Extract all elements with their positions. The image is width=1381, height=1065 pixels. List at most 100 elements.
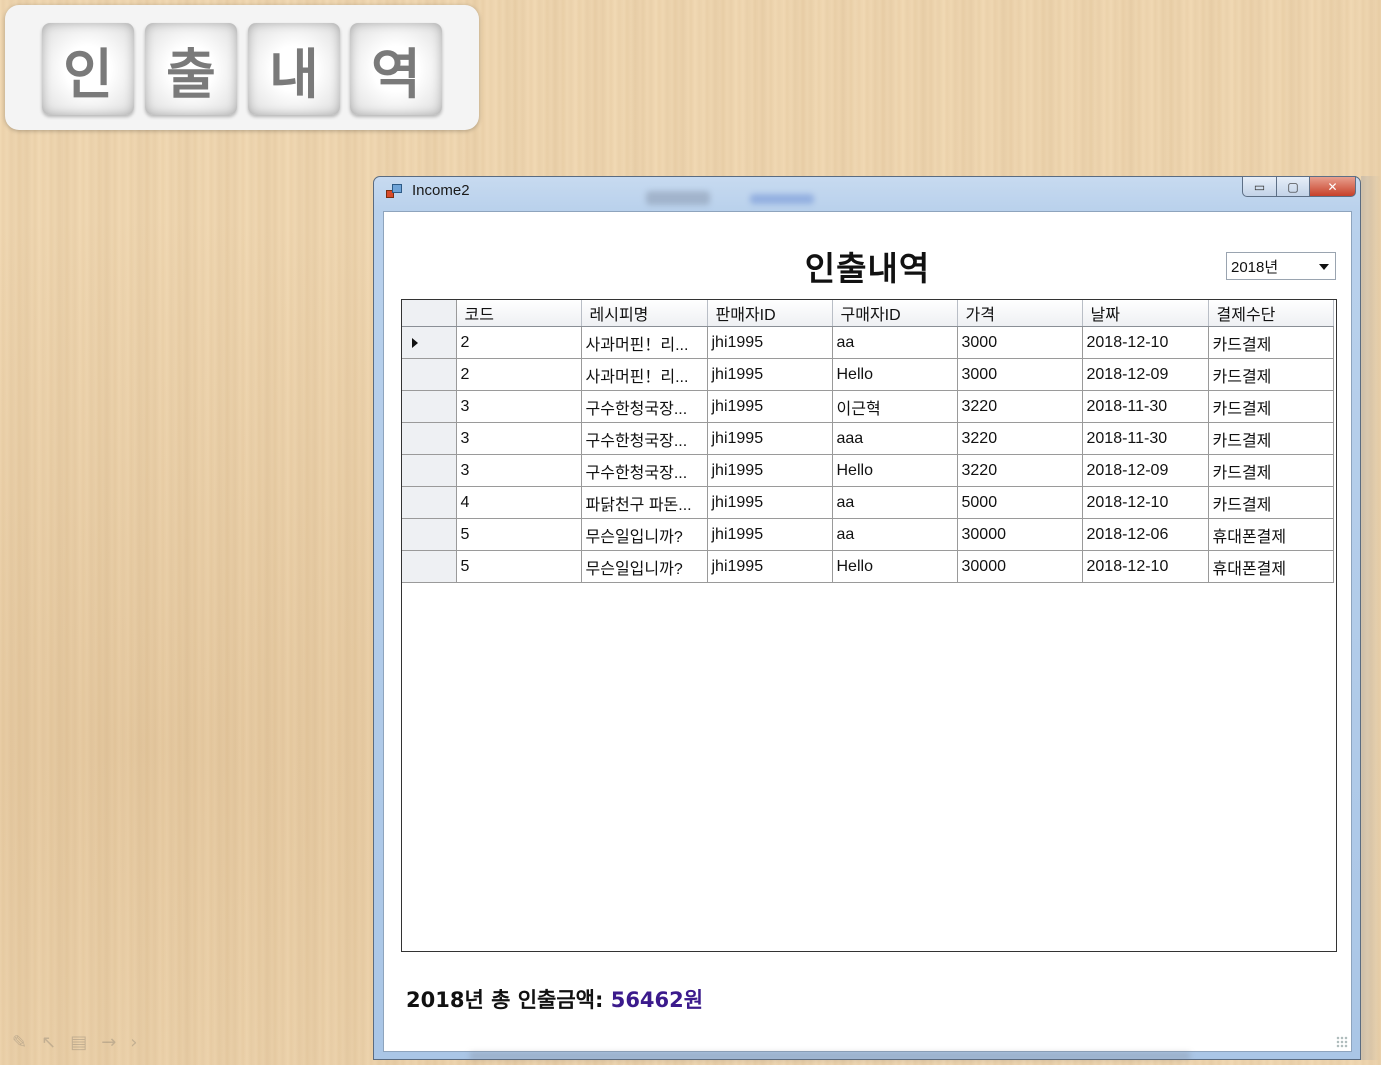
cell-payment[interactable]: 휴대폰결제 bbox=[1208, 518, 1334, 551]
menu-icon[interactable]: ▤ bbox=[70, 1032, 87, 1053]
blurred-taskbar-text bbox=[470, 1052, 1190, 1060]
cell-recipe[interactable]: 사과머핀！리... bbox=[581, 358, 708, 391]
cell-date[interactable]: 2018-12-06 bbox=[1082, 518, 1209, 551]
window-title: Income2 bbox=[412, 182, 470, 199]
cell-seller[interactable]: jhi1995 bbox=[707, 518, 833, 551]
current-row-arrow-icon bbox=[412, 338, 418, 348]
cell-code[interactable]: 2 bbox=[456, 358, 582, 391]
cell-payment[interactable]: 카드결제 bbox=[1208, 454, 1334, 487]
window-titlebar[interactable]: Income2 ▭ ▢ ✕ bbox=[374, 176, 1360, 211]
cell-recipe[interactable]: 구수한청국장... bbox=[581, 454, 708, 487]
close-button[interactable]: ✕ bbox=[1310, 176, 1356, 197]
cell-code[interactable]: 3 bbox=[456, 422, 582, 455]
pointer-icon[interactable]: ↖ bbox=[41, 1032, 56, 1053]
column-header-date[interactable]: 날짜 bbox=[1082, 300, 1209, 327]
grid-corner-header[interactable] bbox=[402, 300, 457, 327]
cell-buyer[interactable]: aa bbox=[832, 326, 958, 359]
cell-code[interactable]: 4 bbox=[456, 486, 582, 519]
chevron-right-icon[interactable]: › bbox=[130, 1032, 137, 1053]
data-grid[interactable]: 코드 레시피명 판매자ID 구매자ID 가격 날짜 결제수단 2 사과머핀！리..… bbox=[401, 299, 1337, 952]
cell-recipe[interactable]: 사과머핀！리... bbox=[581, 326, 708, 359]
cell-price[interactable]: 3220 bbox=[957, 390, 1083, 423]
year-dropdown-value: 2018년 bbox=[1231, 259, 1279, 276]
cell-code[interactable]: 2 bbox=[456, 326, 582, 359]
cell-payment[interactable]: 카드결제 bbox=[1208, 358, 1334, 391]
row-header[interactable] bbox=[402, 390, 457, 423]
row-header[interactable] bbox=[402, 550, 457, 583]
cell-payment[interactable]: 휴대폰결제 bbox=[1208, 550, 1334, 583]
cell-buyer[interactable]: aa bbox=[832, 518, 958, 551]
form-client-area: 인출내역 2018년 코드 레시피명 판매자ID 구매자ID 가격 날짜 결제수… bbox=[383, 211, 1352, 1052]
row-header[interactable] bbox=[402, 518, 457, 551]
cell-seller[interactable]: jhi1995 bbox=[707, 390, 833, 423]
cell-payment[interactable]: 카드결제 bbox=[1208, 326, 1334, 359]
cell-date[interactable]: 2018-11-30 bbox=[1082, 422, 1209, 455]
cell-payment[interactable]: 카드결제 bbox=[1208, 390, 1334, 423]
column-header-buyer[interactable]: 구매자ID bbox=[832, 300, 958, 327]
cell-recipe[interactable]: 구수한청국장... bbox=[581, 422, 708, 455]
row-header[interactable] bbox=[402, 326, 457, 359]
row-header[interactable] bbox=[402, 454, 457, 487]
cell-price[interactable]: 3000 bbox=[957, 326, 1083, 359]
cell-price[interactable]: 30000 bbox=[957, 518, 1083, 551]
year-dropdown[interactable]: 2018년 bbox=[1226, 252, 1336, 280]
maximize-button[interactable]: ▢ bbox=[1276, 176, 1310, 197]
table-row[interactable]: 5 무슨일입니까? jhi1995 aa 30000 2018-12-06 휴대폰결제 bbox=[402, 518, 1334, 551]
cell-price[interactable]: 3220 bbox=[957, 422, 1083, 455]
row-header[interactable] bbox=[402, 422, 457, 455]
cell-recipe[interactable]: 무슨일입니까? bbox=[581, 550, 708, 583]
pen-icon[interactable]: ✎ bbox=[12, 1032, 27, 1053]
table-row[interactable]: 2 사과머핀！리... jhi1995 aa 3000 2018-12-10 카드결제 bbox=[402, 326, 1334, 359]
cell-date[interactable]: 2018-12-10 bbox=[1082, 486, 1209, 519]
cell-code[interactable]: 5 bbox=[456, 550, 582, 583]
column-header-recipe[interactable]: 레시피명 bbox=[581, 300, 708, 327]
column-header-payment[interactable]: 결제수단 bbox=[1208, 300, 1334, 327]
column-header-seller[interactable]: 판매자ID bbox=[707, 300, 833, 327]
cell-recipe[interactable]: 무슨일입니까? bbox=[581, 518, 708, 551]
table-row[interactable]: 3 구수한청국장... jhi1995 Hello 3220 2018-12-09 카드결제 bbox=[402, 454, 1334, 487]
cell-code[interactable]: 5 bbox=[456, 518, 582, 551]
cell-date[interactable]: 2018-12-10 bbox=[1082, 550, 1209, 583]
cell-buyer[interactable]: Hello bbox=[832, 358, 958, 391]
cell-seller[interactable]: jhi1995 bbox=[707, 550, 833, 583]
cell-date[interactable]: 2018-12-10 bbox=[1082, 326, 1209, 359]
grid-header-row: 코드 레시피명 판매자ID 구매자ID 가격 날짜 결제수단 bbox=[402, 300, 1334, 327]
cell-price[interactable]: 3000 bbox=[957, 358, 1083, 391]
row-header[interactable] bbox=[402, 486, 457, 519]
table-row[interactable]: 2 사과머핀！리... jhi1995 Hello 3000 2018-12-09 카드결제 bbox=[402, 358, 1334, 391]
cell-date[interactable]: 2018-11-30 bbox=[1082, 390, 1209, 423]
table-row[interactable]: 3 구수한청국장... jhi1995 이근혁 3220 2018-11-30 카드결제 bbox=[402, 390, 1334, 423]
cell-buyer[interactable]: aa bbox=[832, 486, 958, 519]
cell-buyer[interactable]: Hello bbox=[832, 550, 958, 583]
cell-code[interactable]: 3 bbox=[456, 390, 582, 423]
cell-payment[interactable]: 카드결제 bbox=[1208, 486, 1334, 519]
cell-seller[interactable]: jhi1995 bbox=[707, 326, 833, 359]
cell-recipe[interactable]: 파닭천구 파돈... bbox=[581, 486, 708, 519]
row-header[interactable] bbox=[402, 358, 457, 391]
dropdown-arrow-icon[interactable] bbox=[1319, 264, 1329, 270]
table-row[interactable]: 3 구수한청국장... jhi1995 aaa 3220 2018-11-30 카드결제 bbox=[402, 422, 1334, 455]
cell-payment[interactable]: 카드결제 bbox=[1208, 422, 1334, 455]
column-header-code[interactable]: 코드 bbox=[456, 300, 582, 327]
cell-price[interactable]: 3220 bbox=[957, 454, 1083, 487]
next-arrow-icon[interactable]: → bbox=[101, 1032, 116, 1053]
cell-code[interactable]: 3 bbox=[456, 454, 582, 487]
cell-seller[interactable]: jhi1995 bbox=[707, 358, 833, 391]
app-icon[interactable] bbox=[386, 184, 402, 200]
minimize-button[interactable]: ▭ bbox=[1242, 176, 1276, 197]
table-row[interactable]: 5 무슨일입니까? jhi1995 Hello 30000 2018-12-10 휴대폰결제 bbox=[402, 550, 1334, 583]
cell-buyer[interactable]: aaa bbox=[832, 422, 958, 455]
cell-recipe[interactable]: 구수한청국장... bbox=[581, 390, 708, 423]
cell-seller[interactable]: jhi1995 bbox=[707, 422, 833, 455]
table-row[interactable]: 4 파닭천구 파돈... jhi1995 aa 5000 2018-12-10 카드결제 bbox=[402, 486, 1334, 519]
cell-buyer[interactable]: Hello bbox=[832, 454, 958, 487]
cell-price[interactable]: 30000 bbox=[957, 550, 1083, 583]
cell-seller[interactable]: jhi1995 bbox=[707, 486, 833, 519]
cell-date[interactable]: 2018-12-09 bbox=[1082, 454, 1209, 487]
cell-seller[interactable]: jhi1995 bbox=[707, 454, 833, 487]
cell-buyer[interactable]: 이근혁 bbox=[832, 390, 958, 423]
cell-price[interactable]: 5000 bbox=[957, 486, 1083, 519]
column-header-price[interactable]: 가격 bbox=[957, 300, 1083, 327]
resize-grip-icon[interactable] bbox=[1336, 1036, 1348, 1048]
cell-date[interactable]: 2018-12-09 bbox=[1082, 358, 1209, 391]
